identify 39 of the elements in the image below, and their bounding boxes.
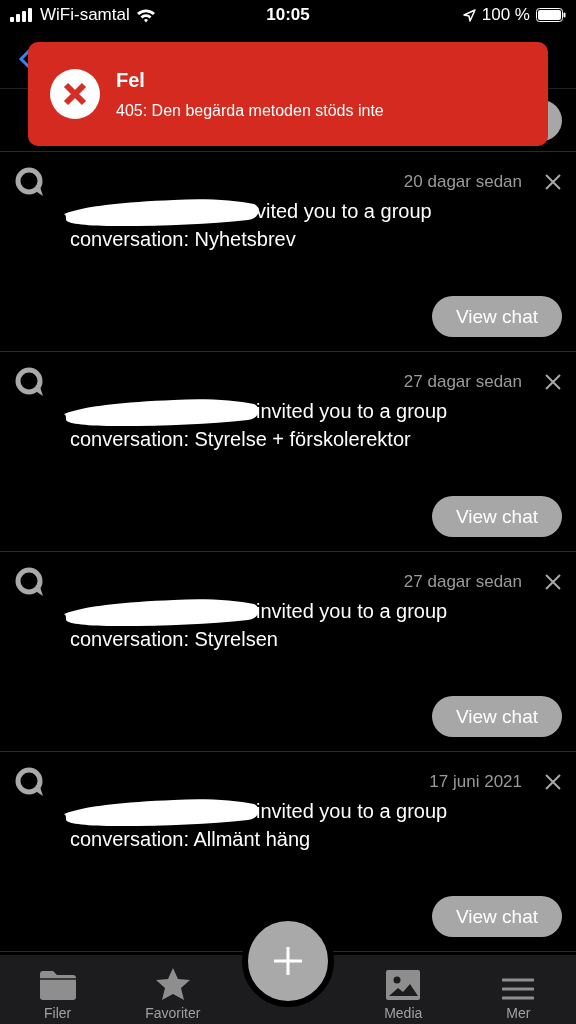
plus-icon: [272, 945, 304, 977]
star-icon: [154, 967, 191, 1001]
location-icon: [462, 8, 476, 22]
carrier-label: WiFi-samtal: [40, 5, 130, 25]
error-icon: [50, 69, 100, 119]
wifi-icon: [135, 7, 156, 23]
image-icon: [385, 969, 422, 1001]
battery-icon: [536, 8, 566, 22]
timestamp: 27 dagar sedan: [403, 372, 522, 392]
close-icon[interactable]: [544, 373, 562, 391]
signal-icon: [10, 8, 34, 22]
tab-item[interactable]: Filer: [0, 969, 116, 1024]
tab-item[interactable]: Media: [345, 969, 461, 1024]
close-icon[interactable]: [544, 773, 562, 791]
chat-bubble-icon: [14, 766, 46, 798]
tab-item[interactable]: Mer: [460, 977, 576, 1024]
timestamp: 17 juni 2021: [429, 772, 522, 792]
chat-bubble-icon: [14, 366, 46, 398]
clock: 10:05: [266, 5, 310, 25]
chat-bubble-icon: [14, 166, 46, 198]
menu-icon: [502, 977, 535, 1001]
message-text: vited you to a group: [256, 198, 432, 224]
tab-item[interactable]: Favoriter: [115, 967, 231, 1024]
timestamp: 20 dagar sedan: [403, 172, 522, 192]
message-text: conversation: Styrelsen: [70, 627, 279, 652]
toast-message: 405: Den begärda metoden stöds inte: [116, 101, 384, 120]
chat-bubble-icon: [14, 566, 46, 598]
message-text: invited you to a group: [256, 398, 448, 424]
message-text: conversation: Styrelse + förskolerektor: [70, 427, 412, 452]
timestamp: 27 dagar sedan: [403, 572, 522, 592]
folder-icon: [38, 969, 77, 1001]
message-text: conversation: Nyhetsbrev: [70, 227, 297, 252]
message-text: invited you to a group: [256, 598, 448, 624]
close-icon[interactable]: [544, 173, 562, 191]
battery-percent: 100 %: [481, 5, 530, 25]
message-text: conversation: Allmänt häng: [70, 827, 312, 852]
message-text: invited you to a group: [256, 798, 448, 824]
close-icon[interactable]: [544, 573, 562, 591]
toast-title: Fel: [116, 68, 146, 92]
